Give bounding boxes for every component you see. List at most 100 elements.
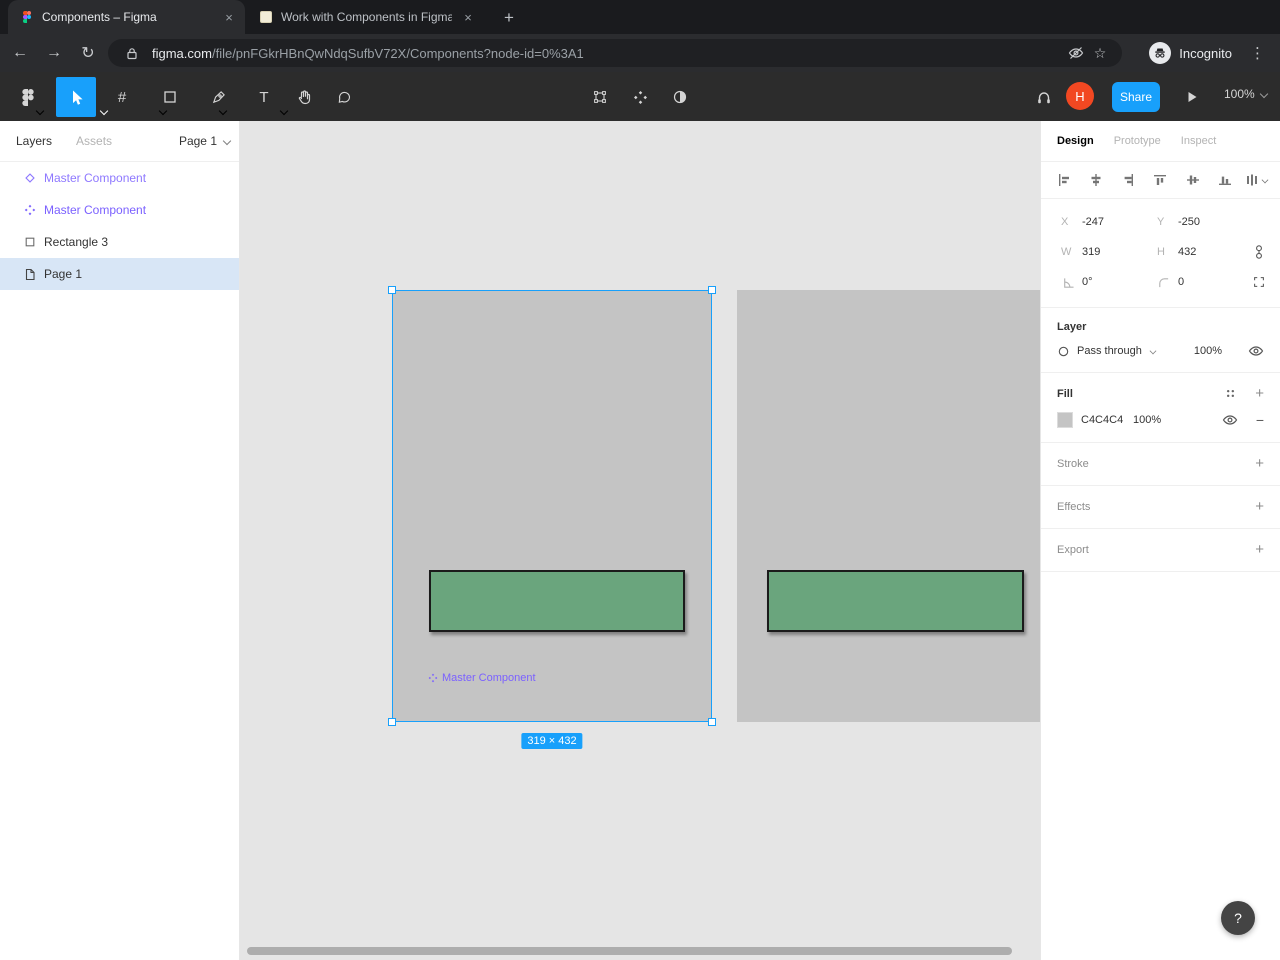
figma-favicon-icon	[20, 10, 34, 24]
align-right-icon[interactable]	[1115, 168, 1141, 192]
page-icon	[25, 268, 35, 280]
mask-button[interactable]	[660, 77, 700, 117]
hand-tool-button[interactable]	[284, 77, 324, 117]
bookmark-star-icon[interactable]: ☆	[1088, 41, 1112, 65]
tab-assets[interactable]: Assets	[76, 134, 112, 148]
component-label-text: Master Component	[442, 672, 536, 684]
blend-row: Pass through 100%	[1057, 344, 1264, 358]
share-button[interactable]: Share	[1112, 82, 1160, 112]
tab-layers[interactable]: Layers	[16, 134, 52, 148]
frame-tool-button[interactable]: #	[102, 77, 142, 117]
canvas[interactable]: Master Component 319 × 432	[240, 121, 1040, 960]
zoom-control[interactable]: 100%	[1224, 87, 1268, 101]
tab-prototype[interactable]: Prototype	[1114, 135, 1161, 147]
layers-panel: Layers Assets Page 1 Master Component Ma…	[0, 121, 240, 960]
layers-panel-header: Layers Assets Page 1	[0, 121, 239, 162]
add-stroke-icon[interactable]: +	[1255, 456, 1264, 471]
present-button[interactable]	[1172, 77, 1212, 117]
lock-icon	[120, 41, 144, 65]
incognito-profile-chip[interactable]: Incognito	[1149, 39, 1232, 67]
height-label: H	[1157, 246, 1165, 258]
align-top-icon[interactable]	[1147, 168, 1173, 192]
layer-row-master-component-frame[interactable]: Master Component	[0, 162, 239, 194]
component-icon	[633, 90, 647, 104]
incognito-icon	[1149, 42, 1172, 64]
width-label: W	[1061, 246, 1072, 258]
align-left-icon[interactable]	[1051, 168, 1077, 192]
height-input[interactable]: 432	[1178, 246, 1196, 258]
forward-icon[interactable]: →	[40, 39, 68, 67]
layer-name: Rectangle 3	[44, 235, 109, 249]
comment-tool-button[interactable]	[324, 77, 364, 117]
layer-row-page-1[interactable]: Page 1	[0, 258, 239, 290]
page-selector[interactable]: Page 1	[179, 134, 231, 148]
menu-chevron-icon[interactable]	[36, 107, 44, 115]
text-tool-button[interactable]: T	[244, 77, 284, 117]
new-tab-button[interactable]: +	[496, 5, 522, 31]
master-component-rectangle[interactable]	[429, 570, 685, 632]
y-input[interactable]: -250	[1178, 216, 1200, 228]
tab-inspect[interactable]: Inspect	[1181, 135, 1216, 147]
fill-opacity-input[interactable]: 100%	[1133, 414, 1161, 426]
shape-tool-button[interactable]	[150, 77, 190, 117]
close-tab-icon[interactable]: ×	[221, 9, 237, 25]
edit-object-button[interactable]	[580, 77, 620, 117]
audio-call-button[interactable]	[1024, 77, 1064, 117]
independent-corners-icon[interactable]	[1252, 275, 1266, 289]
edit-object-icon	[594, 91, 606, 103]
tab-design[interactable]: Design	[1057, 135, 1094, 147]
width-input[interactable]: 319	[1082, 246, 1100, 258]
add-export-icon[interactable]: +	[1255, 542, 1264, 557]
remove-fill-icon[interactable]: −	[1256, 413, 1264, 427]
fill-section: Fill + C4C4C4 100% −	[1041, 373, 1280, 443]
pen-tool-button[interactable]	[198, 77, 238, 117]
fill-styles-icon[interactable]	[1224, 387, 1237, 400]
fill-hex-input[interactable]: C4C4C4	[1081, 414, 1133, 426]
corner-radius-icon	[1157, 276, 1178, 289]
component-frame-icon	[25, 173, 35, 183]
add-fill-icon[interactable]: +	[1255, 386, 1264, 401]
blend-mode-select[interactable]: Pass through	[1057, 345, 1157, 358]
close-tab-icon[interactable]: ×	[460, 9, 476, 25]
add-effect-icon[interactable]: +	[1255, 499, 1264, 514]
eye-off-icon[interactable]	[1064, 41, 1088, 65]
mask-icon	[673, 90, 687, 104]
fill-color-swatch[interactable]	[1057, 412, 1073, 428]
rotation-radius-row: 0° 0	[1041, 267, 1280, 297]
reload-icon[interactable]: ↻	[74, 39, 102, 67]
stroke-section-title: Stroke	[1057, 457, 1089, 470]
back-icon[interactable]: ←	[6, 39, 34, 67]
align-vertical-center-icon[interactable]	[1180, 168, 1206, 192]
help-button[interactable]: ?	[1221, 901, 1255, 935]
layer-opacity-input[interactable]: 100%	[1194, 345, 1222, 357]
avatar[interactable]: H	[1066, 82, 1094, 110]
layer-row-master-component[interactable]: Master Component	[0, 194, 239, 226]
browser-tab-help-doc[interactable]: Work with Components in Figma ×	[247, 0, 484, 34]
component-icon	[428, 673, 438, 683]
browser-tab-figma[interactable]: Components – Figma ×	[8, 0, 245, 34]
align-horizontal-center-icon[interactable]	[1083, 168, 1109, 192]
align-bottom-icon[interactable]	[1212, 168, 1238, 192]
url-path: /file/pnFGkrHBnQwNdqSufbV72X/Components?…	[211, 45, 584, 61]
layer-row-rectangle-3[interactable]: Rectangle 3	[0, 226, 239, 258]
x-label: X	[1061, 216, 1069, 228]
rotation-input[interactable]: 0°	[1082, 276, 1093, 288]
component-canvas-label[interactable]: Master Component	[428, 672, 536, 684]
instance-rectangle[interactable]	[767, 570, 1024, 632]
master-component-frame[interactable]	[392, 290, 712, 722]
fill-visibility-icon[interactable]	[1222, 413, 1238, 427]
constrain-proportions-icon[interactable]	[1252, 244, 1266, 260]
distribute-more-icon[interactable]	[1244, 168, 1270, 192]
browser-menu-icon[interactable]: ⋮	[1246, 41, 1270, 65]
layer-visibility-icon[interactable]	[1248, 344, 1264, 358]
instance-frame[interactable]	[737, 290, 1040, 722]
address-bar[interactable]: figma.com/file/pnFGkrHBnQwNdqSufbV72X/Co…	[108, 39, 1122, 67]
move-tool-button[interactable]	[56, 77, 96, 117]
x-input[interactable]: -247	[1082, 216, 1104, 228]
rotation-icon	[1061, 276, 1082, 289]
corner-radius-input[interactable]: 0	[1178, 276, 1184, 288]
create-component-button[interactable]	[620, 77, 660, 117]
horizontal-scrollbar[interactable]	[247, 947, 1012, 955]
stroke-section: Stroke +	[1041, 443, 1280, 486]
size-row: W 319 H 432	[1041, 237, 1280, 267]
